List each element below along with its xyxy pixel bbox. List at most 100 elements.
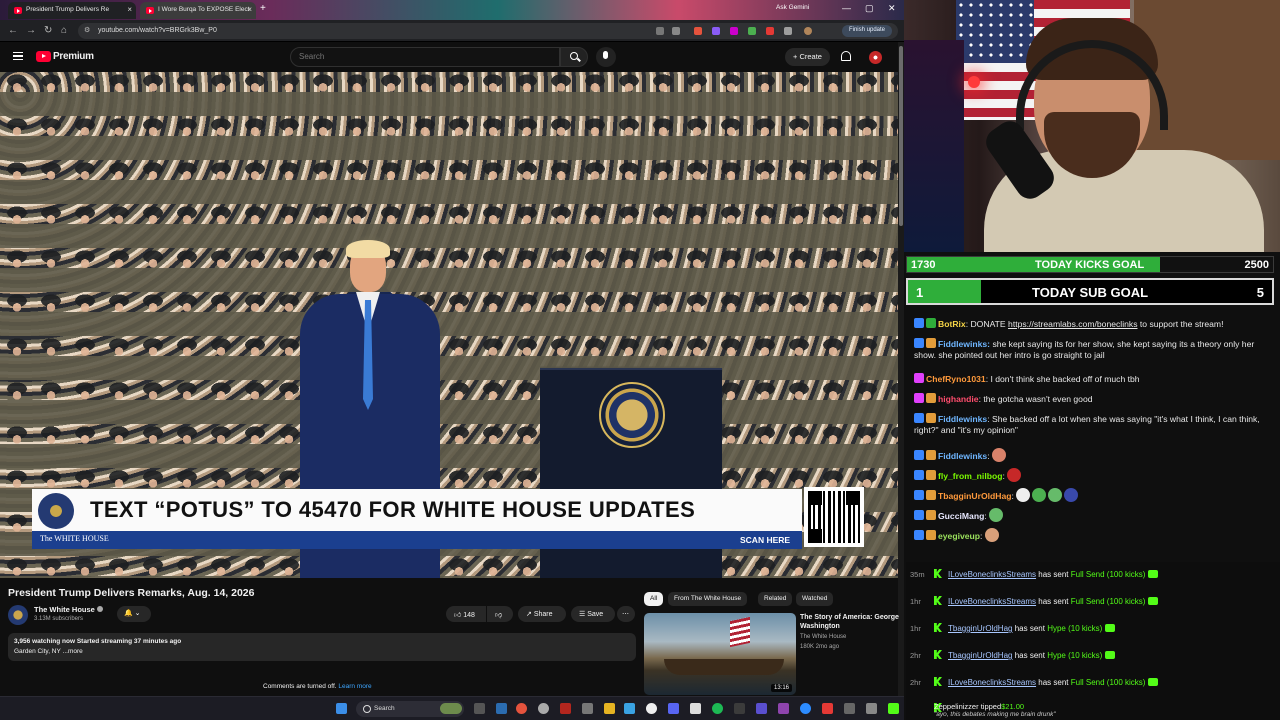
learn-more-link[interactable]: Learn more (338, 683, 371, 690)
chat-username[interactable]: eyegiveup (938, 531, 980, 541)
spotify-icon[interactable] (712, 703, 723, 714)
file-explorer-icon[interactable] (604, 703, 615, 714)
app-icon[interactable] (822, 703, 833, 714)
more-actions-button[interactable]: ⋯ (617, 606, 635, 622)
related-video-channel[interactable]: The White House (800, 634, 846, 640)
comments-off-text: Comments are turned off. (263, 683, 337, 690)
kick-icon[interactable] (888, 703, 899, 714)
close-tab-icon[interactable]: × (127, 5, 132, 14)
create-button[interactable]: + Create (785, 48, 830, 66)
chip-watched[interactable]: Watched (796, 592, 834, 606)
app-icon[interactable] (538, 703, 549, 714)
extension-icon[interactable] (694, 27, 702, 35)
kick-logo-icon (934, 569, 942, 578)
reload-icon[interactable]: ↻ (44, 25, 52, 36)
obs-icon[interactable] (560, 703, 571, 714)
app-icon[interactable] (756, 703, 767, 714)
chat-username[interactable]: Fiddlewinks: (938, 339, 992, 349)
chat-username[interactable]: Fiddlewinks (938, 414, 987, 424)
youtube-logo-icon[interactable] (36, 51, 51, 62)
channel-avatar[interactable] (8, 605, 28, 625)
kick-logo-icon (934, 650, 942, 659)
chip-from-channel[interactable]: From The White House (668, 592, 748, 606)
back-icon[interactable]: ← (8, 25, 18, 36)
search-button[interactable] (560, 47, 588, 67)
chip-all[interactable]: All (644, 592, 664, 606)
menu-icon[interactable] (13, 52, 23, 60)
new-tab-button[interactable]: + (260, 3, 266, 14)
like-button[interactable]: 👍︎ 148 (446, 606, 486, 622)
emote-icon (1007, 468, 1022, 482)
forward-icon[interactable]: → (26, 25, 36, 36)
chat-username[interactable]: BotRix (938, 319, 966, 329)
extension-icon[interactable] (730, 27, 738, 35)
channel-name[interactable]: The White House (34, 605, 95, 614)
related-video-thumbnail[interactable]: 13:16 (644, 613, 796, 695)
start-windows-icon[interactable] (336, 703, 347, 714)
chat-username[interactable]: TbagginUrOldHag (938, 491, 1012, 501)
video-player[interactable]: TEXT “POTUS” TO 45470 FOR WHITE HOUSE UP… (0, 72, 898, 578)
voice-search-mic-icon[interactable] (596, 47, 616, 67)
app-icon[interactable] (582, 703, 593, 714)
event-user[interactable]: ILoveBoneclinksStreams (948, 678, 1036, 687)
install-icon[interactable] (656, 27, 664, 35)
description-location[interactable]: Garden City, NY ...more (14, 648, 83, 655)
extensions-puzzle-icon[interactable] (784, 27, 792, 35)
youtube-premium-wordmark[interactable]: Premium (53, 51, 94, 62)
profile-avatar-icon[interactable] (804, 27, 812, 35)
event-user[interactable]: ILoveBoneclinksStreams (948, 570, 1036, 579)
address-bar[interactable]: ⚙ youtube.com/watch?v=BRGrk3Bw_P0 Finish… (78, 23, 898, 39)
notifications-bell-icon[interactable] (841, 51, 851, 61)
related-video-title[interactable]: The Story of America: George Washington (800, 613, 900, 631)
extension-icon[interactable] (712, 27, 720, 35)
app-icon[interactable] (496, 703, 507, 714)
dislike-button[interactable]: 👎︎ (487, 606, 513, 622)
close-tab-icon[interactable]: × (247, 5, 252, 14)
app-icon[interactable] (866, 703, 877, 714)
chat-link[interactable]: https://streamlabs.com/boneclinks (1008, 319, 1137, 329)
subscription-bell-button[interactable]: 🔔 ⌄ (117, 606, 151, 622)
chrome-icon[interactable] (516, 703, 527, 714)
widget-icon[interactable] (440, 703, 462, 714)
chat-username[interactable]: ChefRyno1031 (926, 374, 986, 384)
app-icon[interactable] (844, 703, 855, 714)
app-icon[interactable] (690, 703, 701, 714)
event-user[interactable]: TbagginUrOldHag (948, 651, 1012, 660)
extension-icon[interactable] (766, 27, 774, 35)
app-icon[interactable] (646, 703, 657, 714)
chat-username[interactable]: highandie (938, 394, 979, 404)
search-input[interactable] (299, 52, 549, 61)
task-view-icon[interactable] (474, 703, 485, 714)
tip-user[interactable]: Zeppelinizzer (934, 702, 979, 711)
chat-message: ChefRyno1031: I don't think she backed o… (914, 373, 1274, 385)
bookmark-star-icon[interactable] (672, 27, 680, 35)
ask-gemini-button[interactable]: Ask Gemini (776, 4, 809, 11)
app-icon[interactable] (778, 703, 789, 714)
browser-tab[interactable]: I Wore Burqa To EXPOSE Elect × (140, 2, 256, 19)
extension-icon[interactable] (748, 27, 756, 35)
chip-related[interactable]: Related (758, 592, 793, 606)
scrollbar-thumb[interactable] (899, 46, 903, 226)
discord-icon[interactable] (668, 703, 679, 714)
maximize-button[interactable]: ▢ (865, 3, 874, 14)
event-user[interactable]: ILoveBoneclinksStreams (948, 597, 1036, 606)
description-box[interactable]: 3,956 watching now Started streaming 37 … (8, 633, 636, 661)
chat-username[interactable]: fly_from_nilbog (938, 471, 1002, 481)
chat-username[interactable]: Fiddlewinks (938, 451, 987, 461)
app-icon[interactable] (734, 703, 745, 714)
share-button[interactable]: ↗ Share (518, 606, 566, 622)
save-button[interactable]: ☰ Save (571, 606, 615, 622)
site-info-icon[interactable]: ⚙ (84, 26, 90, 34)
browser-tab-active[interactable]: President Trump Delivers Re × (8, 2, 136, 19)
finish-update-button[interactable]: Finish update (841, 25, 892, 37)
event-user[interactable]: TbagginUrOldHag (948, 624, 1012, 633)
search-box[interactable] (290, 47, 560, 67)
app-icon[interactable] (624, 703, 635, 714)
close-window-button[interactable]: ✕ (888, 3, 896, 14)
account-avatar[interactable] (869, 51, 882, 64)
home-icon[interactable]: ⌂ (61, 25, 67, 36)
chat-username[interactable]: GucciMang (938, 511, 984, 521)
youtube-header: Premium + Create (0, 42, 904, 72)
app-icon[interactable] (800, 703, 811, 714)
minimize-button[interactable]: — (842, 3, 851, 13)
